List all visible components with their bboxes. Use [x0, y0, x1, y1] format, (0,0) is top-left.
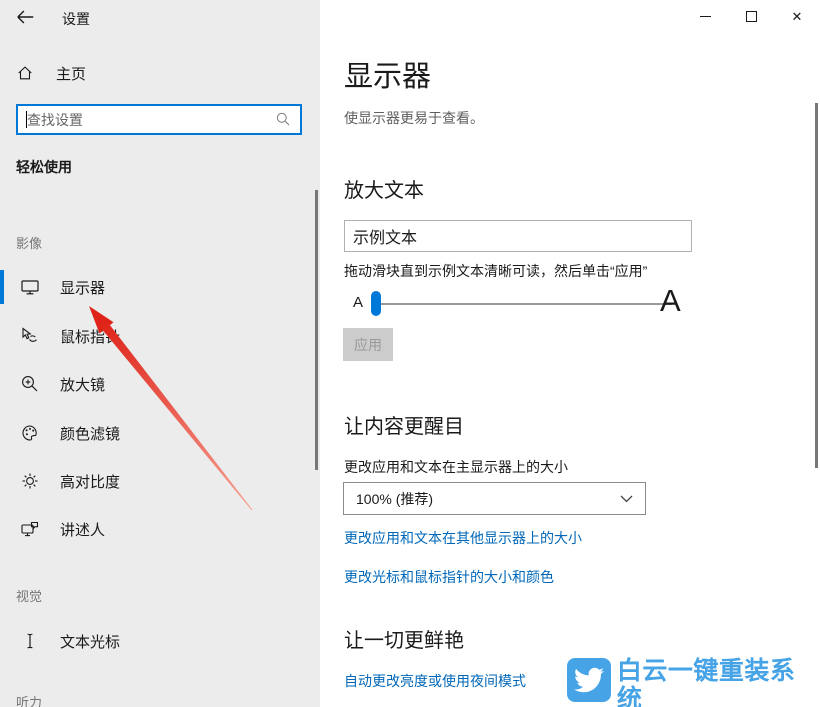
sidebar-item-label: 放大镜 — [60, 374, 105, 395]
slider-instruction: 拖动滑块直到示例文本清晰可读，然后单击“应用” — [344, 261, 647, 281]
link-cursor-pointer-size[interactable]: 更改光标和鼠标指针的大小和颜色 — [344, 567, 554, 587]
back-button[interactable] — [14, 6, 36, 28]
settings-window: 设置 主页 轻松使用 影像 — [0, 0, 820, 707]
sidebar-item-label: 颜色滤镜 — [60, 423, 120, 444]
sidebar-item-label: 高对比度 — [60, 471, 120, 492]
high-contrast-icon — [20, 471, 40, 491]
bird-logo-icon — [567, 658, 611, 702]
scale-dropdown[interactable]: 100% (推荐) — [343, 482, 646, 515]
search-icon[interactable] — [275, 111, 292, 128]
sidebar-item-label: 鼠标指针 — [60, 326, 120, 347]
minimize-button[interactable] — [682, 0, 728, 32]
sidebar-item-narrator[interactable]: 讲述人 — [0, 509, 316, 549]
text-size-slider-track[interactable] — [376, 303, 672, 305]
watermark-text: 白云一键重装系统 www.baiyunxitong.com — [617, 658, 820, 707]
page-subtitle: 使显示器更易于查看。 — [344, 108, 484, 128]
text-caret — [26, 111, 27, 128]
sidebar-item-high-contrast[interactable]: 高对比度 — [0, 461, 316, 501]
app-title: 设置 — [62, 9, 90, 29]
sidebar-item-mouse-pointer[interactable]: 鼠标指针 — [0, 316, 316, 356]
section-heading-make-text-bigger: 放大文本 — [344, 174, 424, 203]
close-button[interactable]: ✕ — [774, 0, 820, 32]
selected-accent-bar — [0, 270, 4, 304]
sidebar-item-home[interactable]: 主页 — [16, 60, 296, 86]
category-title: 轻松使用 — [16, 157, 72, 177]
page-title: 显示器 — [344, 53, 431, 95]
home-icon — [16, 64, 34, 82]
color-filter-icon — [20, 423, 40, 443]
section-heading-make-everything-bigger: 让内容更醒目 — [344, 410, 464, 439]
search-box[interactable] — [16, 104, 302, 135]
magnifier-plus-icon — [20, 374, 40, 394]
narrator-icon — [20, 519, 40, 539]
main-scrollbar[interactable] — [815, 103, 818, 468]
maximize-icon — [746, 11, 757, 22]
slider-max-label: A — [660, 283, 681, 319]
group-header-hearing: 听力 — [16, 692, 42, 707]
text-size-slider-thumb[interactable] — [371, 291, 381, 316]
scale-dropdown-value: 100% (推荐) — [356, 489, 620, 509]
mouse-pointer-icon — [20, 326, 40, 346]
chevron-down-icon — [620, 495, 633, 503]
sidebar: 设置 主页 轻松使用 影像 — [0, 0, 320, 707]
main-content: 显示器 使显示器更易于查看。 放大文本 拖动滑块直到示例文本清晰可读，然后单击“… — [320, 0, 820, 707]
sidebar-item-magnifier[interactable]: 放大镜 — [0, 364, 316, 404]
sidebar-scrollbar[interactable] — [315, 190, 318, 470]
sidebar-item-text-cursor[interactable]: 文本光标 — [0, 621, 316, 661]
sidebar-item-display[interactable]: 显示器 — [0, 267, 316, 307]
monitor-icon — [20, 277, 40, 297]
arrow-left-icon — [14, 6, 36, 28]
apply-button[interactable]: 应用 — [343, 328, 393, 361]
watermark: 白云一键重装系统 www.baiyunxitong.com — [567, 658, 820, 707]
minimize-icon — [700, 16, 711, 17]
sample-text-input[interactable] — [344, 220, 692, 252]
watermark-brand: 白云一键重装系统 — [617, 658, 820, 707]
home-label: 主页 — [56, 63, 86, 84]
window-controls: ✕ — [682, 0, 820, 32]
sidebar-item-label: 显示器 — [60, 277, 105, 298]
group-header-vision-effects: 影像 — [16, 233, 42, 252]
slider-min-label: A — [353, 294, 363, 311]
link-other-displays[interactable]: 更改应用和文本在其他显示器上的大小 — [344, 528, 582, 548]
sidebar-item-color-filters[interactable]: 颜色滤镜 — [0, 413, 316, 453]
sidebar-item-label: 文本光标 — [60, 631, 120, 652]
scale-dropdown-label: 更改应用和文本在主显示器上的大小 — [344, 457, 568, 477]
maximize-button[interactable] — [728, 0, 774, 32]
link-brightness-night-mode[interactable]: 自动更改亮度或使用夜间模式 — [344, 671, 526, 691]
search-input[interactable] — [18, 105, 275, 134]
text-cursor-icon — [20, 631, 40, 651]
close-icon: ✕ — [792, 10, 803, 23]
section-heading-make-everything-brighter: 让一切更鲜艳 — [344, 624, 464, 653]
group-header-vision: 视觉 — [16, 586, 42, 605]
sidebar-item-label: 讲述人 — [60, 519, 105, 540]
